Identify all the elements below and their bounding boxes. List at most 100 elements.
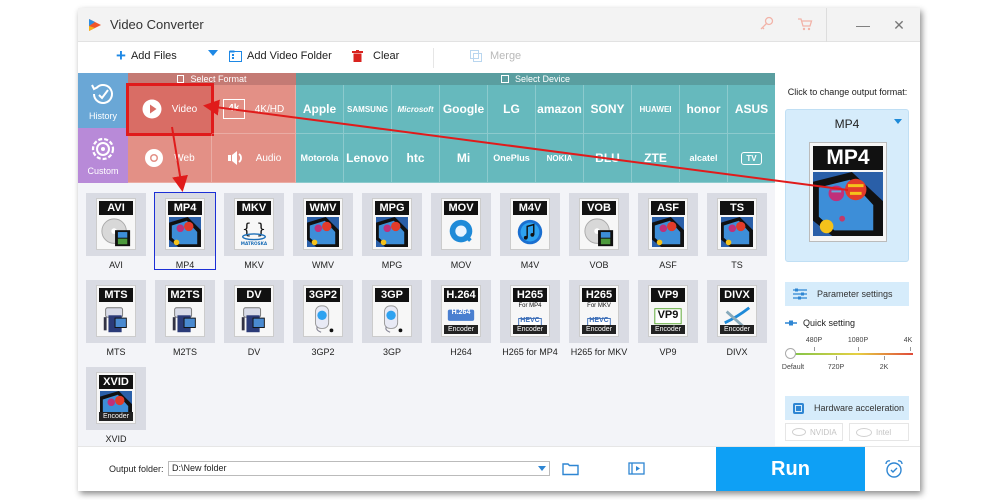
custom-tile[interactable]: Custom bbox=[78, 128, 128, 183]
camcorder-icon bbox=[172, 307, 196, 333]
output-format-badge: MP4 bbox=[813, 146, 883, 170]
device-logo: LG bbox=[503, 102, 520, 116]
format-category-web[interactable]: Web bbox=[128, 134, 212, 183]
format-document-icon: MPG bbox=[372, 198, 412, 250]
quality-slider-knob[interactable] bbox=[785, 348, 796, 359]
device-blu[interactable]: BLU bbox=[584, 134, 632, 183]
balloon-film-icon bbox=[307, 217, 339, 248]
format-item-vp9[interactable]: VP9 VP9 Encoder VP9 bbox=[638, 280, 698, 358]
chrome-icon bbox=[145, 149, 164, 167]
format-document-icon: H265 For MP4 HEVC Encoder bbox=[510, 285, 550, 337]
format-item-m2ts[interactable]: M2TS M2TS bbox=[155, 280, 215, 358]
device-asus[interactable]: ASUS bbox=[728, 85, 776, 134]
key-icon[interactable] bbox=[758, 16, 776, 34]
device-google[interactable]: Google bbox=[440, 85, 488, 134]
device-alcatel[interactable]: alcatel bbox=[680, 134, 728, 183]
nvidia-button[interactable]: NVIDIA bbox=[785, 423, 843, 441]
format-item-vob[interactable]: VOB VOB bbox=[569, 193, 629, 271]
device-lenovo[interactable]: Lenovo bbox=[344, 134, 392, 183]
device-microsoft[interactable]: Microsoft bbox=[392, 85, 440, 134]
history-tile[interactable]: History bbox=[78, 73, 128, 128]
device-tv[interactable]: TV bbox=[728, 134, 776, 183]
chip-icon bbox=[793, 402, 804, 414]
intel-button[interactable]: Intel bbox=[849, 423, 909, 441]
device-logo: amazon bbox=[537, 102, 582, 116]
device-sony[interactable]: SONY bbox=[584, 85, 632, 134]
device-oneplus[interactable]: OnePlus bbox=[488, 134, 536, 183]
format-category-video[interactable]: Video bbox=[126, 83, 214, 136]
alarm-clock-icon[interactable] bbox=[884, 459, 904, 479]
close-button[interactable]: ✕ bbox=[888, 14, 910, 36]
device-honor[interactable]: honor bbox=[680, 85, 728, 134]
format-item-h265-for-mkv[interactable]: H265 For MKV HEVC Encoder H265 for MKV bbox=[569, 280, 629, 358]
add-files-label: Add Files bbox=[130, 50, 177, 62]
output-settings-panel: Click to change output format: MP4 MP4 P… bbox=[775, 73, 920, 446]
format-item-mkv[interactable]: MKV { } MATROSKA MKV bbox=[224, 193, 284, 271]
device-htc[interactable]: htc bbox=[392, 134, 440, 183]
format-item-xvid[interactable]: XVID Encoder XVID bbox=[86, 367, 146, 445]
format-category-4k-hd[interactable]: 4k 4K/HD bbox=[212, 85, 296, 134]
format-thumbnail: DV bbox=[224, 280, 284, 343]
video-preview-icon[interactable] bbox=[628, 461, 646, 476]
format-label: MPG bbox=[381, 260, 403, 270]
device-logo: Motorola bbox=[300, 153, 339, 163]
quick-setting-label: Quick setting bbox=[803, 318, 856, 328]
nvidia-label: NVIDIA bbox=[810, 427, 837, 437]
format-thumbnail: H.264 H.264 Encoder bbox=[431, 280, 491, 343]
device-nokia[interactable]: NOKIA bbox=[536, 134, 584, 183]
format-item-dv[interactable]: DV DV bbox=[224, 280, 284, 358]
nvidia-logo-icon bbox=[792, 428, 806, 436]
format-category-audio[interactable]: Audio bbox=[212, 134, 296, 183]
open-folder-icon[interactable] bbox=[562, 461, 580, 476]
format-item-h264[interactable]: H.264 H.264 Encoder H264 bbox=[431, 280, 491, 358]
run-button[interactable]: Run bbox=[716, 447, 865, 491]
format-item-mpg[interactable]: MPG MPG bbox=[362, 193, 422, 271]
format-label: M4V bbox=[520, 260, 540, 270]
add-files-button[interactable]: + Add Files bbox=[116, 47, 177, 64]
device-logo: BLU bbox=[595, 151, 620, 165]
minimize-button[interactable]: — bbox=[852, 14, 874, 36]
device-zte[interactable]: ZTE bbox=[632, 134, 680, 183]
parameter-settings-button[interactable]: Parameter settings bbox=[785, 282, 909, 306]
output-format-selector[interactable]: MP4 MP4 bbox=[785, 109, 909, 262]
format-item-mp4[interactable]: MP4 MP4 bbox=[154, 192, 216, 270]
format-item-ts[interactable]: TS TS bbox=[707, 193, 767, 271]
format-item-asf[interactable]: ASF ASF bbox=[638, 193, 698, 271]
output-folder-dropdown-icon[interactable] bbox=[538, 466, 546, 471]
device-apple[interactable]: Apple bbox=[296, 85, 344, 134]
quality-label-2k: 2K bbox=[879, 364, 889, 371]
cart-icon[interactable] bbox=[796, 16, 814, 34]
format-item-3gp2[interactable]: 3GP2 3GP2 bbox=[293, 280, 353, 358]
format-item-m4v[interactable]: M4V M4V bbox=[500, 193, 560, 271]
merge-button[interactable]: Merge bbox=[470, 50, 521, 62]
device-amazon[interactable]: amazon bbox=[536, 85, 584, 134]
format-item-mov[interactable]: MOV MOV bbox=[431, 193, 491, 271]
device-samsung[interactable]: SAMSUNG bbox=[344, 85, 392, 134]
device-motorola[interactable]: Motorola bbox=[296, 134, 344, 183]
format-item-h265-for-mp4[interactable]: H265 For MP4 HEVC Encoder H265 for MP4 bbox=[500, 280, 560, 358]
device-mi[interactable]: Mi bbox=[440, 134, 488, 183]
output-folder-field[interactable]: D:\New folder bbox=[168, 461, 550, 476]
format-art-text: H.264 bbox=[451, 309, 471, 316]
clear-button[interactable]: Clear bbox=[352, 50, 399, 62]
quality-slider[interactable]: 480P 1080P 4K Default 720P 2K bbox=[782, 337, 913, 377]
format-document-icon: MTS bbox=[96, 285, 136, 337]
device-huawei[interactable]: HUAWEI bbox=[632, 85, 680, 134]
format-item-3gp[interactable]: 3GP 3GP bbox=[362, 280, 422, 358]
format-document-icon: H265 For MKV HEVC Encoder bbox=[579, 285, 619, 337]
format-item-avi[interactable]: AVI AVI bbox=[86, 193, 146, 271]
4k-icon: 4k bbox=[222, 99, 245, 119]
format-item-mts[interactable]: MTS MTS bbox=[86, 280, 146, 358]
add-files-dropdown[interactable] bbox=[208, 50, 218, 56]
format-badge: DIVX bbox=[720, 288, 754, 302]
hardware-acceleration-label: Hardware acceleration bbox=[814, 403, 905, 413]
device-lg[interactable]: LG bbox=[488, 85, 536, 134]
format-badge: ASF bbox=[651, 201, 685, 215]
format-thumbnail: 3GP bbox=[362, 280, 422, 343]
device-logo: SAMSUNG bbox=[347, 104, 388, 114]
hardware-acceleration-button[interactable]: Hardware acceleration bbox=[785, 396, 909, 420]
quality-slider-track[interactable] bbox=[789, 353, 913, 355]
format-item-divx[interactable]: DIVX Encoder DIVX bbox=[707, 280, 767, 358]
format-item-wmv[interactable]: WMV WMV bbox=[293, 193, 353, 271]
add-video-folder-button[interactable]: Add Video Folder bbox=[229, 50, 332, 62]
